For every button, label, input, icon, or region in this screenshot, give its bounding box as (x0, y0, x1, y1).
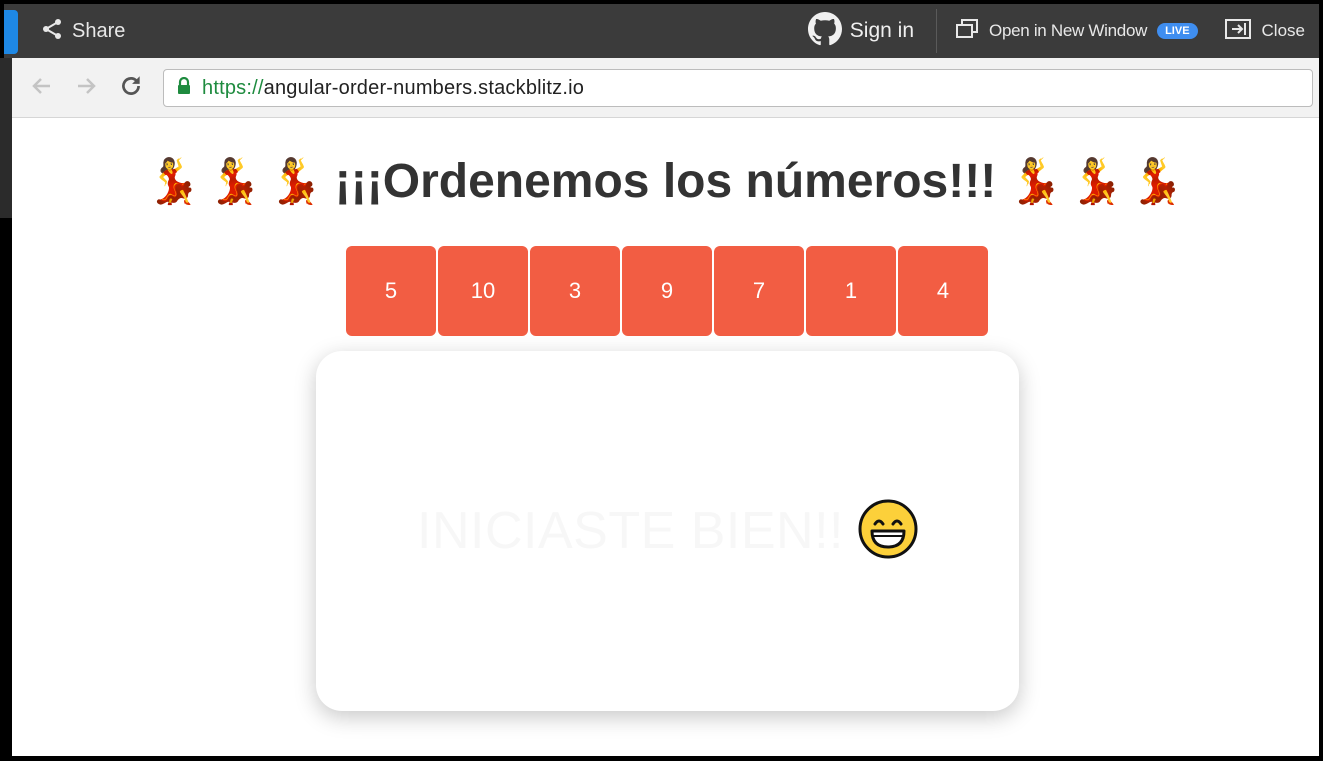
grinning-face-icon (858, 499, 918, 564)
page-title: ¡¡¡Ordenemos los números!!! (334, 155, 997, 208)
dancer-emoji-right-1: 💃 (1008, 156, 1063, 206)
preview-browser-bar: https://angular-order-numbers.stackblitz… (12, 58, 1319, 118)
close-label: Close (1261, 21, 1305, 40)
share-icon (40, 17, 64, 46)
result-message: INICIASTE BIEN!! (417, 502, 844, 560)
arrow-left-icon (30, 74, 54, 103)
stackblitz-top-bar: Share Sign in Open in New Window LIVE Cl… (4, 4, 1319, 58)
editor-edge-strip (0, 58, 12, 218)
sidebar-toggle-tab[interactable] (4, 10, 18, 54)
github-icon (807, 11, 842, 51)
number-tile[interactable]: 1 (806, 246, 896, 336)
reload-button[interactable] (117, 74, 145, 102)
number-tile[interactable]: 9 (622, 246, 712, 336)
dancer-emoji-right-3: 💃 (1129, 156, 1185, 206)
close-button[interactable]: Close (1224, 18, 1319, 45)
preview-page: 💃 💃 💃 ¡¡¡Ordenemos los números!!! 💃 💃 💃 … (12, 118, 1319, 756)
close-panel-icon (1224, 18, 1252, 45)
forward-button[interactable] (72, 74, 100, 102)
result-card: INICIASTE BIEN!! (316, 351, 1019, 711)
number-tile[interactable]: 7 (714, 246, 804, 336)
open-in-new-window-label: Open in New Window (989, 21, 1148, 40)
number-tile[interactable]: 4 (898, 246, 988, 336)
url-bar[interactable]: https://angular-order-numbers.stackblitz… (163, 69, 1313, 107)
new-window-icon (955, 18, 979, 45)
page-header: 💃 💃 💃 ¡¡¡Ordenemos los números!!! 💃 💃 💃 (12, 154, 1319, 209)
dancer-emoji-right-2: 💃 (1068, 156, 1124, 206)
dancer-emoji-left-3: 💃 (268, 156, 323, 206)
open-in-new-window-button[interactable]: Open in New Window LIVE (955, 18, 1224, 45)
share-label: Share (72, 19, 126, 42)
url-text: https://angular-order-numbers.stackblitz… (202, 77, 584, 100)
toolbar-divider (936, 9, 938, 53)
url-host: angular-order-numbers.stackblitz.io (263, 76, 585, 99)
number-tile[interactable]: 3 (530, 246, 620, 336)
share-button[interactable]: Share (40, 16, 125, 46)
back-button[interactable] (28, 74, 56, 102)
live-badge: LIVE (1157, 23, 1198, 39)
url-protocol: https:// (202, 76, 264, 99)
number-tiles: 5 10 3 9 7 1 4 (346, 246, 988, 336)
reload-icon (118, 73, 144, 104)
sign-in-label: Sign in (849, 19, 915, 42)
number-tile[interactable]: 5 (346, 246, 436, 336)
sign-in-button[interactable]: Sign in (807, 11, 936, 51)
dancer-emoji-left-1: 💃 (146, 156, 202, 206)
number-tile[interactable]: 10 (438, 246, 528, 336)
arrow-right-icon (74, 74, 98, 103)
lock-icon (176, 76, 192, 100)
dancer-emoji-left-2: 💃 (207, 156, 262, 206)
